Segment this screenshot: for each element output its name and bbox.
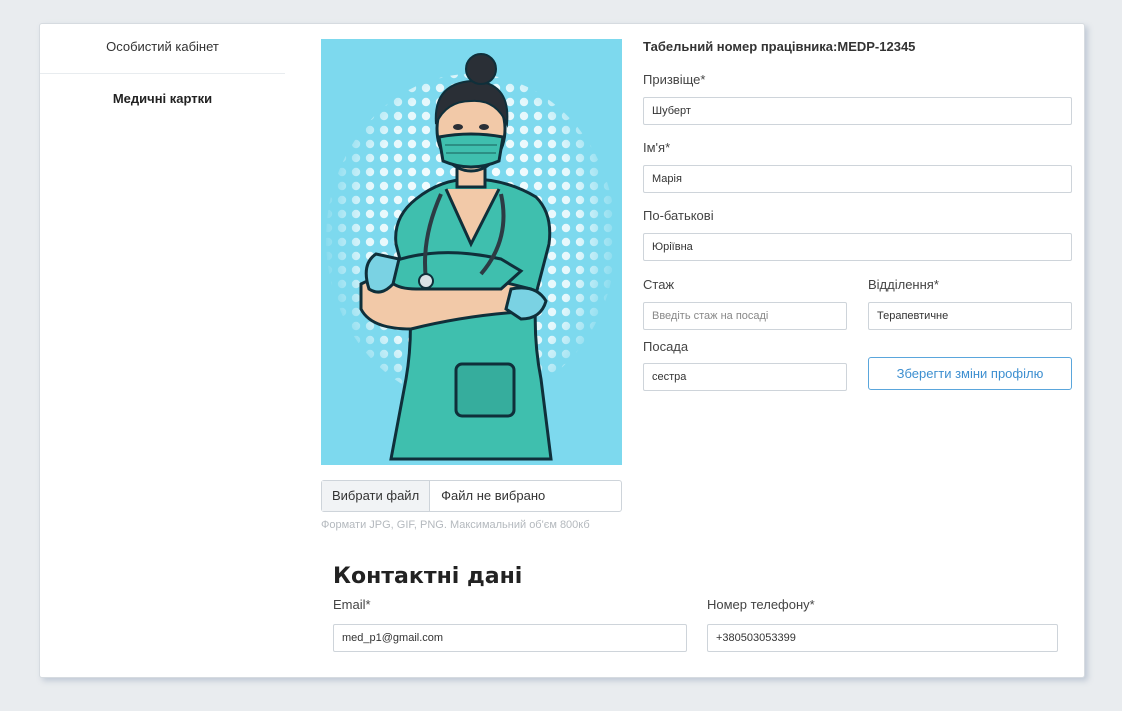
file-format-hint: Формати JPG, GIF, PNG. Максимальний об'є… — [321, 519, 590, 531]
sidebar-item-label: Особистий кабінет — [106, 39, 219, 54]
surname-label: Призвіще* — [643, 72, 706, 87]
choose-file-button[interactable]: Вибрати файл — [322, 481, 431, 511]
experience-label: Стаж — [643, 277, 675, 292]
nurse-illustration — [321, 39, 622, 465]
phone-label: Номер телефону* — [707, 597, 815, 612]
department-label: Відділення* — [868, 277, 939, 292]
sidebar: Особистий кабінет Медичні картки — [40, 24, 285, 106]
email-label: Email* — [333, 597, 371, 612]
contacts-title: Контактні дані — [333, 564, 523, 589]
position-field[interactable] — [643, 363, 847, 391]
sidebar-item-label: Медичні картки — [112, 91, 213, 106]
department-field[interactable] — [868, 302, 1072, 330]
patronymic-label: По-батькові — [643, 208, 714, 223]
patronymic-field[interactable] — [643, 233, 1072, 261]
phone-field[interactable] — [707, 624, 1058, 652]
employee-id: Табельний номер працівника:MEDP-12345 — [643, 39, 915, 54]
profile-photo — [321, 39, 622, 465]
file-status: Файл не вибрано — [441, 488, 546, 503]
experience-field[interactable] — [643, 302, 847, 330]
surname-field[interactable] — [643, 97, 1072, 125]
employee-id-label: Табельний номер працівника: — [643, 39, 838, 54]
name-field[interactable] — [643, 165, 1072, 193]
profile-card: Особистий кабінет Медичні картки Вибрати… — [39, 23, 1085, 678]
email-field[interactable] — [333, 624, 687, 652]
sidebar-item-personal-cabinet[interactable]: Особистий кабінет — [40, 24, 285, 74]
save-profile-button[interactable]: Зберегти зміни профілю — [868, 357, 1072, 390]
name-label: Ім'я* — [643, 140, 671, 155]
position-label: Посада — [643, 339, 689, 354]
sidebar-item-medical-cards[interactable]: Медичні картки — [40, 74, 285, 106]
file-picker[interactable]: Вибрати файл Файл не вибрано — [321, 480, 622, 512]
employee-id-value: MEDP-12345 — [837, 39, 916, 54]
